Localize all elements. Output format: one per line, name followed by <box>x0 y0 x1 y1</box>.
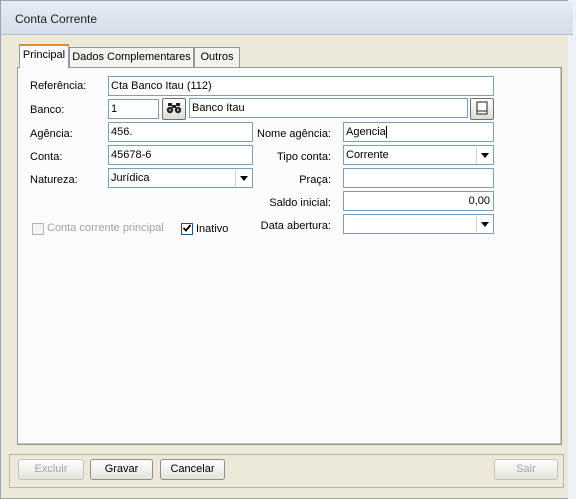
praca-label: Praça: <box>299 174 331 186</box>
document-icon <box>476 101 488 118</box>
excluir-button[interactable]: Excluir <box>18 459 84 480</box>
banco-name-field[interactable]: Banco Itau <box>189 98 468 118</box>
tipo-conta-label: Tipo conta: <box>276 151 331 163</box>
background-strip <box>568 0 576 499</box>
agencia-label: Agência: <box>30 128 73 140</box>
banco-label: Banco: <box>30 104 65 116</box>
tab-principal[interactable]: Principal <box>19 44 69 68</box>
tipo-conta-dropdown-button[interactable] <box>476 147 492 163</box>
nome-agencia-value: Agencia <box>346 126 386 138</box>
praca-field[interactable] <box>343 168 494 188</box>
tipo-conta-select[interactable]: Corrente <box>343 145 494 165</box>
banco-search-button[interactable] <box>162 98 186 120</box>
referencia-field[interactable]: Cta Banco Itau (112) <box>108 76 494 96</box>
gravar-button[interactable]: Gravar <box>90 459 153 480</box>
natureza-select[interactable]: Jurídica <box>108 168 253 188</box>
tab-dados-complementares[interactable]: Dados Complementares <box>69 47 194 67</box>
inativo-checkbox[interactable] <box>181 223 193 235</box>
chevron-down-icon <box>480 152 489 158</box>
checkmark-icon <box>182 223 192 236</box>
banco-detail-button[interactable] <box>470 98 494 120</box>
title-bar[interactable]: Conta Corrente <box>1 1 573 35</box>
window-title: Conta Corrente <box>15 12 98 26</box>
text-cursor <box>385 126 387 139</box>
conta-principal-checkbox[interactable] <box>32 223 44 235</box>
natureza-label: Natureza: <box>30 174 78 186</box>
referencia-label: Referência: <box>30 80 87 92</box>
data-abertura-field[interactable] <box>343 214 494 234</box>
inativo-label: Inativo <box>196 223 229 235</box>
saldo-inicial-label: Saldo inicial: <box>269 197 331 209</box>
tab-outros[interactable]: Outros <box>194 47 240 67</box>
tipo-conta-value: Corrente <box>346 149 389 161</box>
sair-button[interactable]: Sair <box>494 459 558 480</box>
binoculars-icon <box>166 102 182 117</box>
conta-label: Conta: <box>30 151 63 163</box>
conta-principal-label: Conta corrente principal <box>47 222 164 234</box>
nome-agencia-field[interactable]: Agencia <box>343 122 494 142</box>
conta-field[interactable]: 45678-6 <box>108 145 253 165</box>
natureza-dropdown-button[interactable] <box>235 170 251 186</box>
data-abertura-label: Data abertura: <box>260 220 331 232</box>
chevron-down-icon <box>239 175 248 181</box>
chevron-down-icon <box>480 221 489 227</box>
data-abertura-dropdown-button[interactable] <box>476 216 492 232</box>
agencia-field[interactable]: 456. <box>108 122 253 142</box>
banco-code-field[interactable]: 1 <box>108 99 159 119</box>
saldo-inicial-field[interactable]: 0,00 <box>343 191 494 211</box>
natureza-value: Jurídica <box>111 172 150 184</box>
nome-agencia-label: Nome agência: <box>257 128 331 140</box>
cancelar-button[interactable]: Cancelar <box>160 459 225 480</box>
